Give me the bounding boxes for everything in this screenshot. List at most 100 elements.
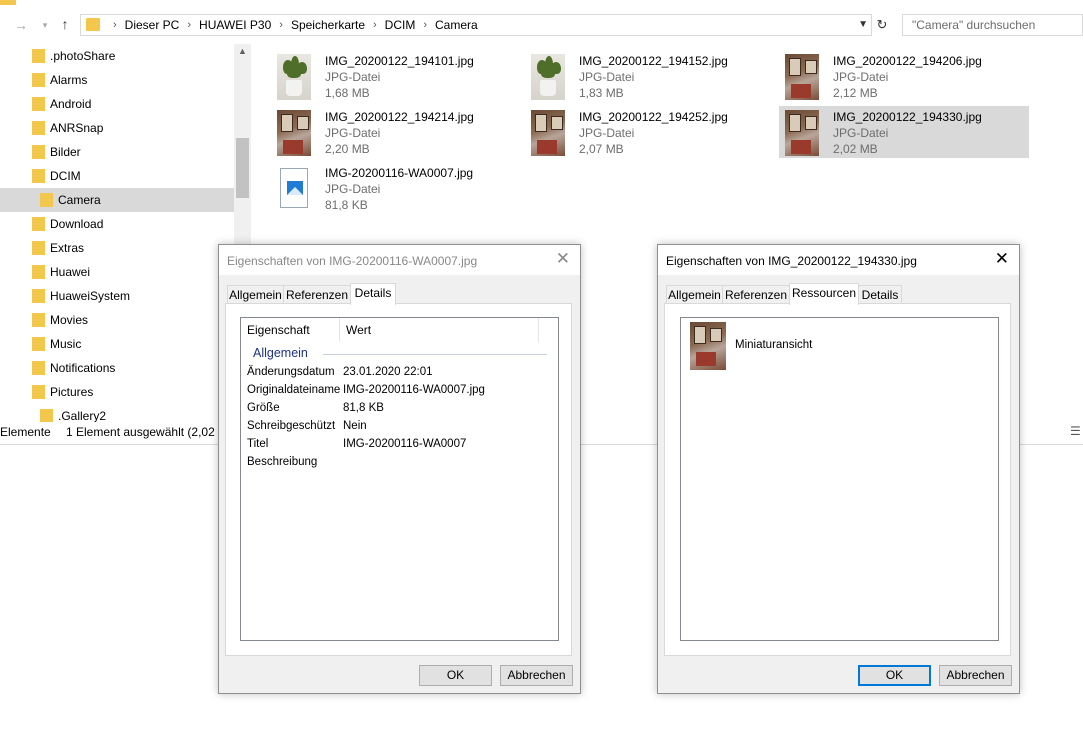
- nav-item[interactable]: DCIM: [0, 164, 234, 188]
- file-item[interactable]: IMG-20200116-WA0007.jpg JPG-Datei 81,8 KB: [271, 162, 521, 214]
- nav-item-label: Bilder: [50, 145, 81, 159]
- file-item[interactable]: IMG_20200122_194206.jpg JPG-Datei 2,12 MB: [779, 50, 1029, 102]
- folder-icon: [32, 337, 45, 351]
- details-view-icon[interactable]: ☰: [1070, 425, 1082, 437]
- thumbnail-image[interactable]: [690, 322, 726, 370]
- navigation-pane: .photoShare Alarms Android ANRSnap Bilder DCI…: [0, 44, 234, 422]
- nav-item[interactable]: Notifications: [0, 356, 234, 380]
- column-divider[interactable]: [339, 318, 340, 342]
- scroll-up-arrow-icon[interactable]: ▲: [234, 46, 251, 56]
- file-type: JPG-Datei: [325, 182, 381, 196]
- close-icon[interactable]: ✕: [556, 250, 570, 268]
- file-item[interactable]: IMG_20200122_194101.jpg JPG-Datei 1,68 MB: [271, 50, 521, 102]
- property-row[interactable]: Titel IMG-20200116-WA0007: [247, 435, 466, 453]
- properties-dialog-194330: Eigenschaften von IMG_20200122_194330.jp…: [657, 244, 1020, 694]
- property-row[interactable]: Schreibgeschützt Nein: [247, 417, 367, 435]
- ribbon-strip: [0, 0, 1083, 8]
- cancel-button[interactable]: Abbrechen: [939, 665, 1012, 686]
- refresh-icon[interactable]: ↻: [873, 14, 891, 36]
- sheet-shape: [280, 168, 308, 208]
- picture-frame: [535, 114, 547, 132]
- ok-button[interactable]: OK: [858, 665, 931, 686]
- nav-item-label: Android: [50, 97, 92, 111]
- chevron-right-icon[interactable]: ›: [181, 15, 197, 35]
- dialog-title: Eigenschaften von IMG-20200116-WA0007.jp…: [227, 254, 478, 268]
- chevron-right-icon[interactable]: ›: [367, 15, 383, 35]
- nav-item[interactable]: Alarms: [0, 68, 234, 92]
- property-value: Nein: [343, 420, 367, 432]
- breadcrumb-item[interactable]: Speicherkarte: [289, 15, 367, 35]
- file-item[interactable]: IMG_20200122_194214.jpg JPG-Datei 2,20 MB: [271, 106, 521, 158]
- tab-referenzen[interactable]: Referenzen: [722, 285, 790, 304]
- chevron-down-icon[interactable]: ▾: [36, 16, 54, 34]
- file-size: 2,12 MB: [833, 86, 878, 100]
- breadcrumb-item[interactable]: HUAWEI P30: [197, 15, 273, 35]
- picture-frame: [551, 116, 563, 130]
- tab-ressourcen[interactable]: Ressourcen: [789, 283, 859, 305]
- column-header-value[interactable]: Wert: [346, 318, 371, 342]
- nav-item[interactable]: .Gallery2: [0, 404, 234, 422]
- resources-list[interactable]: Miniaturansicht: [680, 317, 999, 641]
- chevron-right-icon[interactable]: ›: [273, 15, 289, 35]
- nav-item-label: DCIM: [50, 169, 81, 183]
- nav-item[interactable]: .photoShare: [0, 44, 234, 68]
- tab-allgemein[interactable]: Allgemein: [227, 285, 284, 304]
- ok-button[interactable]: OK: [419, 665, 492, 686]
- resource-label[interactable]: Miniaturansicht: [735, 339, 812, 351]
- tab-allgemein[interactable]: Allgemein: [666, 285, 723, 304]
- up-arrow-icon[interactable]: ↑: [56, 15, 74, 33]
- property-row[interactable]: Beschreibung: [247, 453, 317, 471]
- property-value: 81,8 KB: [343, 402, 384, 414]
- breadcrumb-item[interactable]: DCIM: [383, 15, 418, 35]
- nav-item[interactable]: Pictures: [0, 380, 234, 404]
- properties-list[interactable]: Eigenschaft Wert Allgemein Änderungsdatu…: [240, 317, 559, 641]
- chevron-right-icon[interactable]: ›: [417, 15, 433, 35]
- tab-details[interactable]: Details: [858, 285, 902, 304]
- tab-details[interactable]: Details: [350, 283, 396, 305]
- nav-item[interactable]: Huawei: [0, 260, 234, 284]
- file-item[interactable]: IMG_20200122_194152.jpg JPG-Datei 1,83 MB: [525, 50, 775, 102]
- nav-item-label: .Gallery2: [58, 409, 107, 422]
- picture-frame: [281, 114, 293, 132]
- image-thumbnail: [785, 110, 819, 156]
- nav-item[interactable]: Android: [0, 92, 234, 116]
- back-arrow-icon[interactable]: →: [12, 16, 30, 34]
- carpet-shape: [283, 140, 303, 154]
- file-size: 2,07 MB: [579, 142, 624, 156]
- file-item[interactable]: IMG_20200122_194252.jpg JPG-Datei 2,07 MB: [525, 106, 775, 158]
- scrollbar-thumb[interactable]: [236, 138, 249, 198]
- dialog-title: Eigenschaften von IMG_20200122_194330.jp…: [666, 254, 917, 268]
- chevron-down-icon[interactable]: ▼: [858, 15, 868, 35]
- nav-item[interactable]: Download: [0, 212, 234, 236]
- nav-item[interactable]: Extras: [0, 236, 234, 260]
- property-row[interactable]: Änderungsdatum 23.01.2020 22:01: [247, 363, 433, 381]
- nav-item[interactable]: ANRSnap: [0, 116, 234, 140]
- column-header-property[interactable]: Eigenschaft: [247, 318, 310, 342]
- nav-item[interactable]: Movies: [0, 308, 234, 332]
- property-row[interactable]: Größe 81,8 KB: [247, 399, 384, 417]
- tab-referenzen[interactable]: Referenzen: [283, 285, 351, 304]
- mountain-shape: [287, 187, 303, 195]
- details-tab-panel: Eigenschaft Wert Allgemein Änderungsdatu…: [225, 303, 572, 656]
- address-bar[interactable]: › Dieser PC › HUAWEI P30 › Speicherkarte › DCIM…: [80, 14, 872, 36]
- image-thumbnail: [277, 54, 311, 100]
- property-row[interactable]: Originaldateiname IMG-20200116-WA0007.jpg: [247, 381, 485, 399]
- nav-item[interactable]: Camera: [0, 188, 234, 212]
- file-item[interactable]: IMG_20200122_194330.jpg JPG-Datei 2,02 MB: [779, 106, 1029, 158]
- search-input[interactable]: "Camera" durchsuchen: [902, 14, 1083, 36]
- breadcrumb-item[interactable]: Dieser PC: [123, 15, 182, 35]
- close-icon[interactable]: ✕: [995, 250, 1009, 268]
- picture-frame: [805, 60, 817, 74]
- nav-item[interactable]: Music: [0, 332, 234, 356]
- breadcrumb-item[interactable]: Camera: [433, 15, 480, 35]
- nav-item[interactable]: Bilder: [0, 140, 234, 164]
- column-divider[interactable]: [538, 318, 539, 342]
- picture-frame: [789, 58, 801, 76]
- cancel-button[interactable]: Abbrechen: [500, 665, 573, 686]
- chevron-right-icon[interactable]: ›: [107, 15, 123, 35]
- folder-icon: [32, 289, 45, 303]
- pot-shape: [540, 80, 556, 96]
- picture-frame: [789, 114, 801, 132]
- nav-item[interactable]: HuaweiSystem: [0, 284, 234, 308]
- nav-item-label: Camera: [58, 193, 101, 207]
